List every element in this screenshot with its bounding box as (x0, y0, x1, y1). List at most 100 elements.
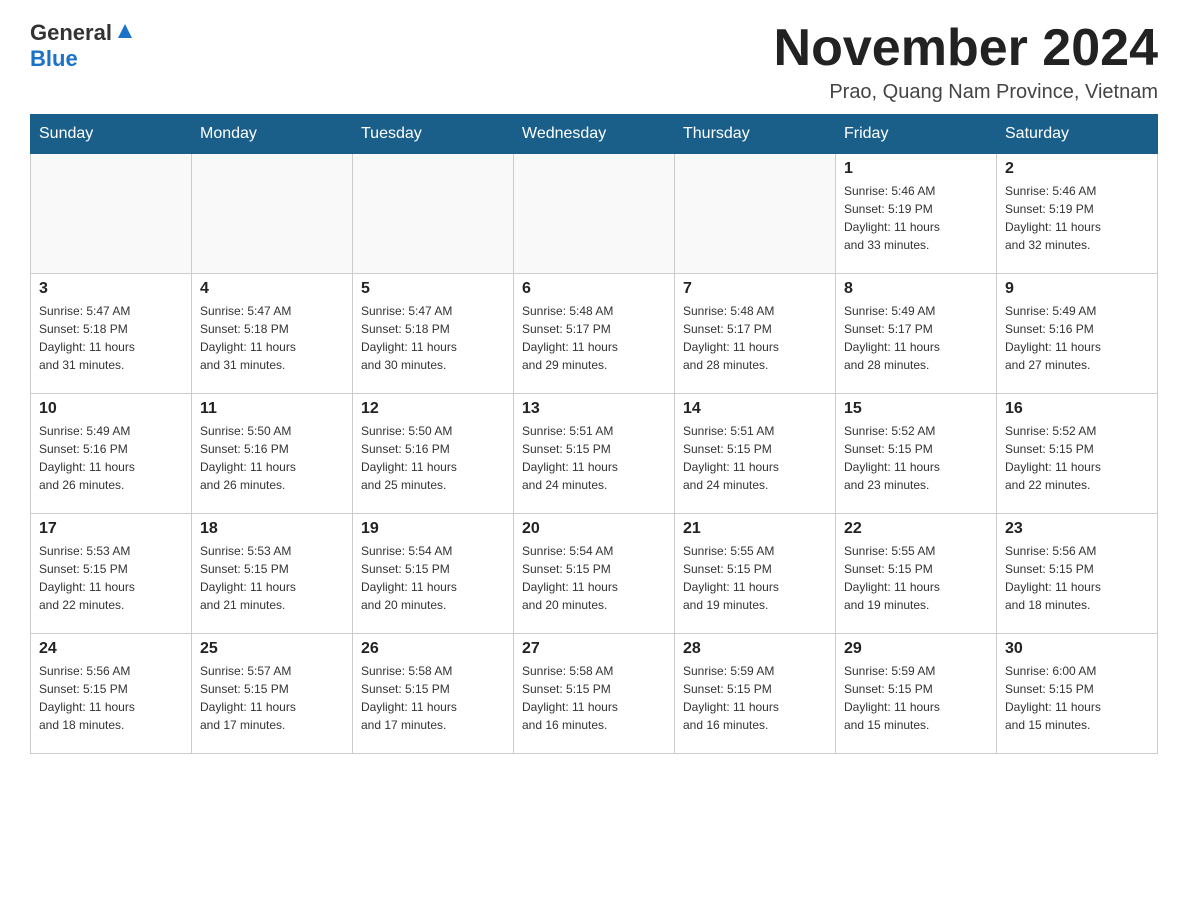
calendar-week-5: 24 Sunrise: 5:56 AMSunset: 5:15 PMDayligh… (31, 634, 1158, 754)
day-info: Sunrise: 5:57 AMSunset: 5:15 PMDaylight:… (200, 662, 344, 734)
calendar-cell: 11Sunrise: 5:50 AMSunset: 5:16 PMDayligh… (192, 394, 353, 514)
calendar-cell: 24 Sunrise: 5:56 AMSunset: 5:15 PMDayligh… (31, 634, 192, 754)
weekday-header-row: SundayMondayTuesdayWednesdayThursdayFrid… (31, 115, 1158, 154)
day-info: Sunrise: 5:56 AMSunset: 5:15 PMDaylight:… (39, 662, 183, 734)
calendar-week-1: 1 Sunrise: 5:46 AMSunset: 5:19 PMDaylight… (31, 154, 1158, 274)
day-info: Sunrise: 5:56 AMSunset: 5:15 PMDaylight:… (1005, 542, 1149, 614)
calendar-cell: 4 Sunrise: 5:47 AMSunset: 5:18 PMDaylight… (192, 274, 353, 394)
day-info: Sunrise: 6:00 AMSunset: 5:15 PMDaylight:… (1005, 662, 1149, 734)
day-info: Sunrise: 5:52 AMSunset: 5:15 PMDaylight:… (844, 422, 988, 494)
day-number: 14 (683, 400, 827, 418)
day-info: Sunrise: 5:58 AMSunset: 5:15 PMDaylight:… (522, 662, 666, 734)
day-number: 12 (361, 400, 505, 418)
day-number: 23 (1005, 520, 1149, 538)
calendar-cell: 8Sunrise: 5:49 AMSunset: 5:17 PMDaylight… (836, 274, 997, 394)
day-info: Sunrise: 5:46 AMSunset: 5:19 PMDaylight:… (844, 182, 988, 254)
calendar-cell: 2 Sunrise: 5:46 AMSunset: 5:19 PMDaylight… (997, 154, 1158, 274)
calendar-cell: 12 Sunrise: 5:50 AMSunset: 5:16 PMDayligh… (353, 394, 514, 514)
calendar-cell: 21 Sunrise: 5:55 AMSunset: 5:15 PMDayligh… (675, 514, 836, 634)
day-number: 3 (39, 280, 183, 298)
calendar-cell: 14 Sunrise: 5:51 AMSunset: 5:15 PMDayligh… (675, 394, 836, 514)
day-info: Sunrise: 5:49 AMSunset: 5:17 PMDaylight:… (844, 302, 988, 374)
day-number: 13 (522, 400, 666, 418)
day-info: Sunrise: 5:49 AMSunset: 5:16 PMDaylight:… (1005, 302, 1149, 374)
day-number: 22 (844, 520, 988, 538)
weekday-header-wednesday: Wednesday (514, 115, 675, 154)
day-info: Sunrise: 5:47 AMSunset: 5:18 PMDaylight:… (361, 302, 505, 374)
day-number: 24 (39, 640, 183, 658)
day-info: Sunrise: 5:55 AMSunset: 5:15 PMDaylight:… (844, 542, 988, 614)
day-number: 17 (39, 520, 183, 538)
day-info: Sunrise: 5:52 AMSunset: 5:15 PMDaylight:… (1005, 422, 1149, 494)
day-info: Sunrise: 5:58 AMSunset: 5:15 PMDaylight:… (361, 662, 505, 734)
calendar-cell: 1 Sunrise: 5:46 AMSunset: 5:19 PMDaylight… (836, 154, 997, 274)
day-number: 20 (522, 520, 666, 538)
calendar-cell (675, 154, 836, 274)
weekday-header-monday: Monday (192, 115, 353, 154)
month-title: November 2024 (774, 20, 1158, 77)
calendar-cell: 30 Sunrise: 6:00 AMSunset: 5:15 PMDayligh… (997, 634, 1158, 754)
day-info: Sunrise: 5:53 AMSunset: 5:15 PMDaylight:… (200, 542, 344, 614)
day-info: Sunrise: 5:49 AMSunset: 5:16 PMDaylight:… (39, 422, 183, 494)
day-info: Sunrise: 5:48 AMSunset: 5:17 PMDaylight:… (522, 302, 666, 374)
calendar-cell: 3 Sunrise: 5:47 AMSunset: 5:18 PMDaylight… (31, 274, 192, 394)
calendar-cell: 29Sunrise: 5:59 AMSunset: 5:15 PMDayligh… (836, 634, 997, 754)
calendar-cell: 20 Sunrise: 5:54 AMSunset: 5:15 PMDayligh… (514, 514, 675, 634)
day-info: Sunrise: 5:46 AMSunset: 5:19 PMDaylight:… (1005, 182, 1149, 254)
day-info: Sunrise: 5:51 AMSunset: 5:15 PMDaylight:… (683, 422, 827, 494)
calendar-cell: 5Sunrise: 5:47 AMSunset: 5:18 PMDaylight… (353, 274, 514, 394)
calendar-cell: 6Sunrise: 5:48 AMSunset: 5:17 PMDaylight… (514, 274, 675, 394)
location-text: Prao, Quang Nam Province, Vietnam (774, 81, 1158, 104)
day-info: Sunrise: 5:54 AMSunset: 5:15 PMDaylight:… (522, 542, 666, 614)
day-number: 29 (844, 640, 988, 658)
calendar-cell (31, 154, 192, 274)
calendar-cell: 22 Sunrise: 5:55 AMSunset: 5:15 PMDayligh… (836, 514, 997, 634)
day-number: 21 (683, 520, 827, 538)
logo-blue-text: Blue (30, 46, 78, 71)
calendar-cell (192, 154, 353, 274)
day-number: 2 (1005, 160, 1149, 178)
calendar-cell: 15 Sunrise: 5:52 AMSunset: 5:15 PMDayligh… (836, 394, 997, 514)
day-info: Sunrise: 5:54 AMSunset: 5:15 PMDaylight:… (361, 542, 505, 614)
calendar-cell: 9Sunrise: 5:49 AMSunset: 5:16 PMDaylight… (997, 274, 1158, 394)
calendar-header: SundayMondayTuesdayWednesdayThursdayFrid… (31, 115, 1158, 154)
calendar-week-2: 3 Sunrise: 5:47 AMSunset: 5:18 PMDaylight… (31, 274, 1158, 394)
calendar-week-4: 17 Sunrise: 5:53 AMSunset: 5:15 PMDayligh… (31, 514, 1158, 634)
calendar-week-3: 10Sunrise: 5:49 AMSunset: 5:16 PMDayligh… (31, 394, 1158, 514)
day-number: 30 (1005, 640, 1149, 658)
title-section: November 2024 Prao, Quang Nam Province, … (774, 20, 1158, 104)
day-info: Sunrise: 5:55 AMSunset: 5:15 PMDaylight:… (683, 542, 827, 614)
calendar-cell: 27 Sunrise: 5:58 AMSunset: 5:15 PMDayligh… (514, 634, 675, 754)
calendar-cell: 17 Sunrise: 5:53 AMSunset: 5:15 PMDayligh… (31, 514, 192, 634)
calendar-cell: 13 Sunrise: 5:51 AMSunset: 5:15 PMDayligh… (514, 394, 675, 514)
page-header: General Blue November 2024 Prao, Quang N… (30, 20, 1158, 104)
calendar-body: 1 Sunrise: 5:46 AMSunset: 5:19 PMDaylight… (31, 154, 1158, 754)
weekday-header-saturday: Saturday (997, 115, 1158, 154)
calendar-cell: 7Sunrise: 5:48 AMSunset: 5:17 PMDaylight… (675, 274, 836, 394)
day-info: Sunrise: 5:50 AMSunset: 5:16 PMDaylight:… (200, 422, 344, 494)
day-number: 16 (1005, 400, 1149, 418)
weekday-header-thursday: Thursday (675, 115, 836, 154)
calendar-cell: 28Sunrise: 5:59 AMSunset: 5:15 PMDayligh… (675, 634, 836, 754)
day-number: 19 (361, 520, 505, 538)
day-number: 25 (200, 640, 344, 658)
day-info: Sunrise: 5:53 AMSunset: 5:15 PMDaylight:… (39, 542, 183, 614)
day-number: 26 (361, 640, 505, 658)
calendar-cell: 26 Sunrise: 5:58 AMSunset: 5:15 PMDayligh… (353, 634, 514, 754)
day-info: Sunrise: 5:59 AMSunset: 5:15 PMDaylight:… (683, 662, 827, 734)
day-info: Sunrise: 5:47 AMSunset: 5:18 PMDaylight:… (200, 302, 344, 374)
day-info: Sunrise: 5:50 AMSunset: 5:16 PMDaylight:… (361, 422, 505, 494)
day-number: 4 (200, 280, 344, 298)
weekday-header-tuesday: Tuesday (353, 115, 514, 154)
weekday-header-friday: Friday (836, 115, 997, 154)
calendar-cell (514, 154, 675, 274)
calendar-cell: 19 Sunrise: 5:54 AMSunset: 5:15 PMDayligh… (353, 514, 514, 634)
day-number: 15 (844, 400, 988, 418)
logo-general-text: General (30, 20, 112, 46)
day-info: Sunrise: 5:51 AMSunset: 5:15 PMDaylight:… (522, 422, 666, 494)
day-number: 27 (522, 640, 666, 658)
calendar-cell (353, 154, 514, 274)
day-info: Sunrise: 5:47 AMSunset: 5:18 PMDaylight:… (39, 302, 183, 374)
day-number: 1 (844, 160, 988, 178)
calendar-cell: 16 Sunrise: 5:52 AMSunset: 5:15 PMDayligh… (997, 394, 1158, 514)
